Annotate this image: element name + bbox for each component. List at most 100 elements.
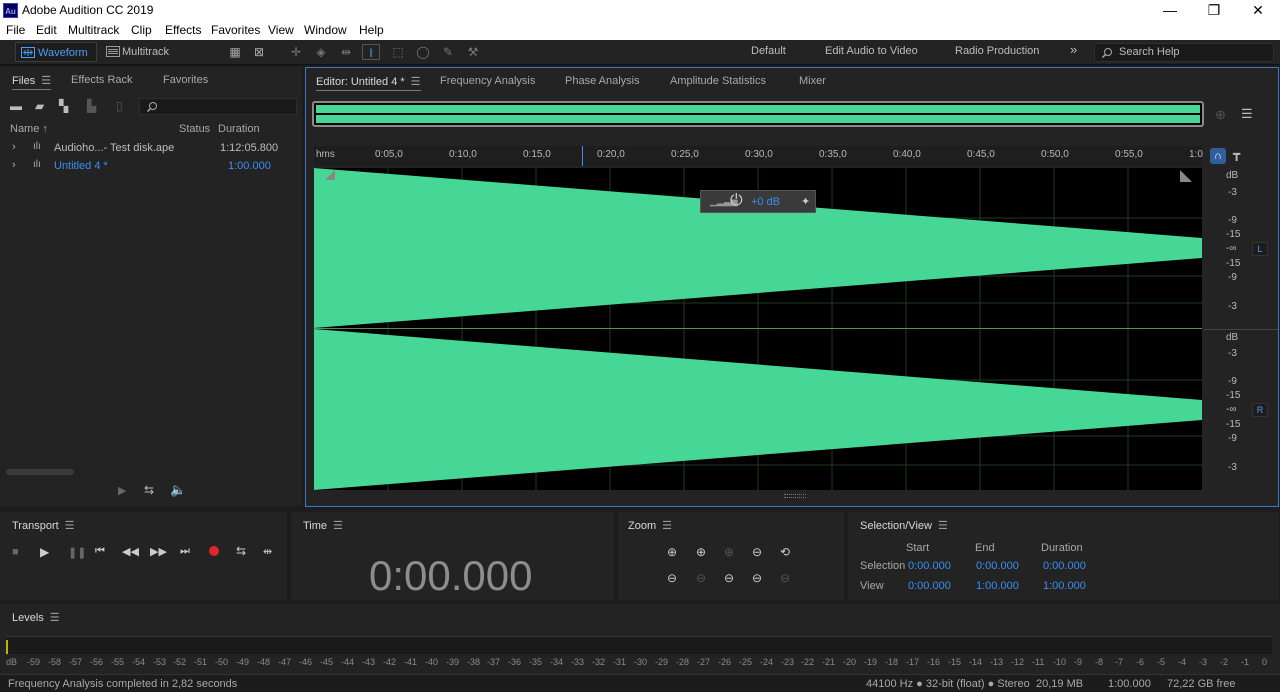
panel-menu-icon[interactable]: ☰ [938, 519, 948, 532]
volume-knob-icon[interactable]: ⏻ [730, 192, 743, 210]
workspace-edit-audio-to-video[interactable]: Edit Audio to Video [825, 45, 918, 57]
zoom-in-full-icon[interactable]: ⊕ [696, 545, 706, 559]
zoom-out-point-icon[interactable]: ⊖ [724, 571, 734, 585]
panel-menu-icon[interactable]: ☰ [333, 519, 343, 532]
channel-left-toggle[interactable]: L [1252, 242, 1268, 256]
panel-menu-icon[interactable]: ☰ [41, 74, 51, 87]
tab-editor[interactable]: Editor: Untitled 4 * ☰ [316, 75, 421, 91]
tab-phase-analysis[interactable]: Phase Analysis [565, 75, 640, 87]
menu-multitrack[interactable]: Multitrack [68, 23, 119, 37]
loop-preview-icon[interactable]: ⇆ [144, 483, 154, 497]
menu-file[interactable]: File [6, 23, 25, 37]
move-tool-icon[interactable]: ✛ [287, 44, 305, 60]
spectral-frequency-icon[interactable]: ▦ [226, 44, 244, 60]
open-file-icon[interactable]: ▬ [10, 99, 22, 113]
workspace-default[interactable]: Default [751, 45, 786, 57]
menu-view[interactable]: View [268, 23, 294, 37]
time-selection-tool-icon[interactable]: I [362, 44, 380, 60]
play-preview-icon[interactable]: ▶ [118, 484, 126, 497]
multitrack-mode-button[interactable]: Multitrack [100, 42, 182, 62]
time-ruler[interactable]: hms 0:05,0 0:10,0 0:15,0 0:20,0 0:25,0 0… [314, 146, 1203, 166]
tab-amplitude-statistics[interactable]: Amplitude Statistics [670, 75, 766, 87]
new-file-icon[interactable]: ▚ [59, 99, 68, 113]
delete-file-icon[interactable]: ▯ [116, 99, 123, 113]
next-icon[interactable]: ⏭ [180, 545, 190, 558]
waveform-display[interactable]: ▁▂▃▅ ⏻ +0 dB ✦ [314, 168, 1202, 498]
skip-selection-icon[interactable]: ⇹ [263, 545, 272, 558]
tab-files[interactable]: Files ☰ [12, 74, 52, 90]
files-horizontal-scrollbar[interactable] [6, 469, 74, 475]
view-duration-field[interactable]: 1:00.000 [1043, 580, 1086, 592]
panel-menu-icon[interactable]: ☰ [411, 75, 421, 88]
spectral-pitch-icon[interactable]: ⊠ [250, 44, 268, 60]
column-name-header[interactable]: Name ↑ [10, 123, 48, 135]
menu-favorites[interactable]: Favorites [211, 23, 260, 37]
zoom-out-view-icon[interactable]: ⊖ [752, 571, 762, 585]
zoom-in-point-icon[interactable]: ⊖ [752, 545, 762, 559]
zoom-reset-icon[interactable]: ⟲ [780, 545, 790, 559]
selection-start-field[interactable]: 0:00.000 [908, 560, 951, 572]
fast-forward-icon[interactable]: ▶▶ [150, 545, 167, 558]
loop-playback-icon[interactable]: ⇆ [236, 544, 246, 558]
view-start-field[interactable]: 0:00.000 [908, 580, 951, 592]
lasso-tool-icon[interactable]: ◯ [414, 44, 432, 60]
menu-effects[interactable]: Effects [165, 23, 201, 37]
volume-value[interactable]: +0 dB [751, 196, 780, 208]
zoom-to-selection-icon[interactable]: ⊕ [1215, 107, 1226, 123]
vertical-resize-handle[interactable] [784, 494, 806, 498]
menu-edit[interactable]: Edit [36, 23, 57, 37]
rewind-icon[interactable]: ◀◀ [122, 545, 139, 558]
panel-menu-icon[interactable]: ☰ [662, 519, 672, 532]
search-help-field[interactable]: Search Help [1094, 43, 1274, 62]
import-file-icon[interactable]: ▰ [35, 99, 44, 113]
razor-tool-icon[interactable]: ◈ [312, 44, 330, 60]
pin-hud-icon[interactable]: ✦ [801, 195, 810, 208]
file-row[interactable]: › ılı Untitled 4 * 1:00.000 [0, 157, 298, 174]
volume-hud[interactable]: ▁▂▃▅ ⏻ +0 dB ✦ [700, 190, 816, 213]
zoom-selection-icon[interactable]: ⊕ [724, 545, 734, 559]
expand-chevron-icon[interactable]: › [12, 141, 16, 153]
spot-healing-tool-icon[interactable]: ⚒ [464, 44, 482, 60]
marquee-tool-icon[interactable]: ⬚ [389, 44, 407, 60]
play-icon[interactable]: ▶ [40, 545, 49, 559]
minimize-button[interactable]: — [1148, 1, 1192, 20]
headphones-icon[interactable]: ∩ [1210, 148, 1226, 164]
file-row[interactable]: › ılı Audioho...- Test disk.ape 1:12:05.… [0, 139, 298, 156]
channel-right-toggle[interactable]: R [1252, 403, 1268, 417]
expand-chevron-icon[interactable]: › [12, 159, 16, 171]
more-workspaces-button[interactable]: » [1070, 42, 1077, 57]
tab-frequency-analysis[interactable]: Frequency Analysis [440, 75, 535, 87]
zoom-out-full-icon[interactable]: ⊖ [696, 571, 706, 585]
tab-effects-rack[interactable]: Effects Rack [71, 74, 133, 86]
close-button[interactable]: ✕ [1236, 1, 1280, 20]
column-status-header[interactable]: Status [179, 123, 210, 135]
insert-into-multitrack-icon[interactable]: ▙ [87, 99, 96, 113]
stop-icon[interactable]: ■ [12, 546, 19, 558]
files-search-input[interactable] [139, 98, 297, 115]
slip-tool-icon[interactable]: ⇹ [337, 44, 355, 60]
selection-end-field[interactable]: 0:00.000 [976, 560, 1019, 572]
maximize-button[interactable]: ❐ [1192, 1, 1236, 20]
zoom-in-amplitude-icon[interactable]: ⊕ [667, 545, 677, 559]
record-icon[interactable] [209, 546, 219, 556]
view-end-field[interactable]: 1:00.000 [976, 580, 1019, 592]
panel-menu-icon[interactable]: ☰ [65, 519, 75, 532]
zoom-out-amplitude-icon[interactable]: ⊖ [667, 571, 677, 585]
waveform-overview[interactable] [312, 101, 1204, 127]
display-options-icon[interactable]: ☰ [1241, 106, 1253, 122]
menu-window[interactable]: Window [304, 23, 347, 37]
menu-clip[interactable]: Clip [131, 23, 152, 37]
tab-favorites[interactable]: Favorites [163, 74, 208, 86]
panel-menu-icon[interactable]: ☰ [50, 611, 60, 624]
zoom-out-selection-icon[interactable]: ⊖ [780, 571, 790, 585]
waveform-mode-button[interactable]: Waveform [15, 42, 97, 62]
tab-mixer[interactable]: Mixer [799, 75, 826, 87]
pin-icon[interactable]: ┳ [1233, 147, 1240, 161]
pause-icon[interactable]: ❚❚ [68, 546, 86, 559]
previous-icon[interactable]: ⏮ [95, 545, 105, 558]
workspace-radio-production[interactable]: Radio Production [955, 45, 1039, 57]
brush-tool-icon[interactable]: ✎ [439, 44, 457, 60]
column-duration-header[interactable]: Duration [218, 123, 260, 135]
auto-play-icon[interactable]: 🔈 [170, 482, 186, 498]
menu-help[interactable]: Help [359, 23, 384, 37]
